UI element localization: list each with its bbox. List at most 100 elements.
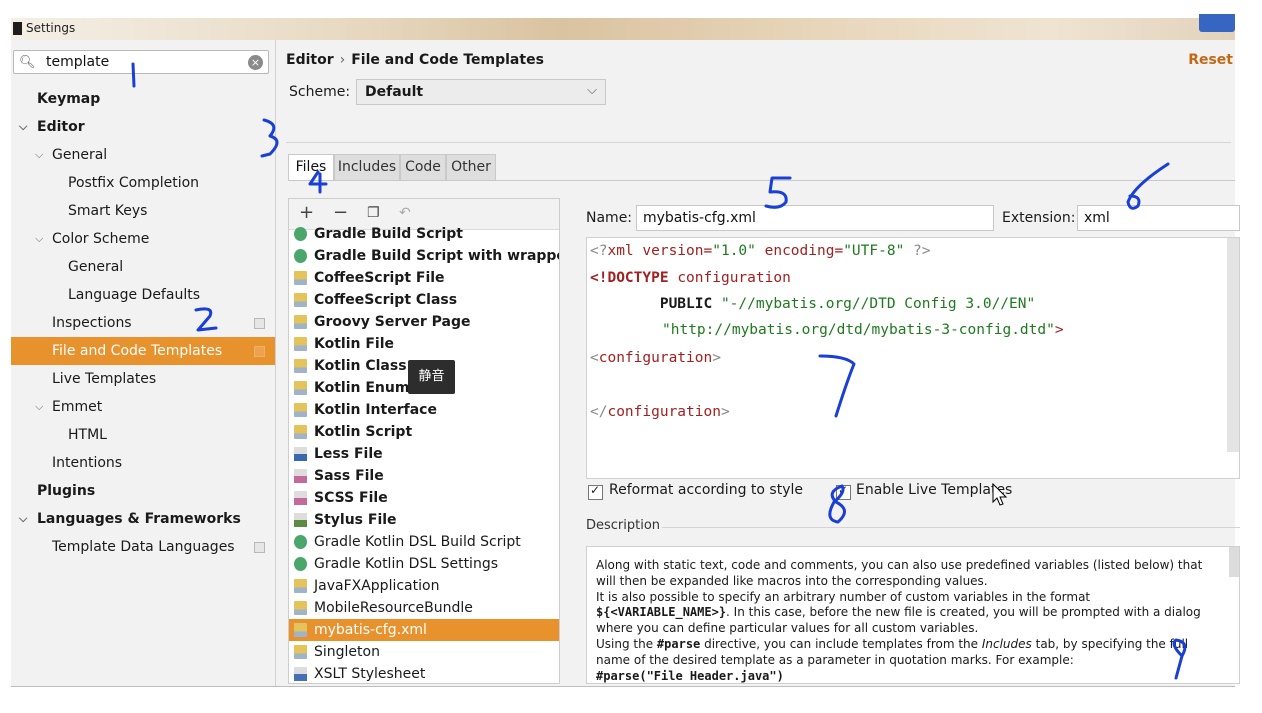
description-label: Description <box>586 518 661 533</box>
coffeescript-icon <box>294 271 307 285</box>
app-icon <box>13 22 22 35</box>
tab-other[interactable]: Other <box>446 154 496 180</box>
kotlin-icon <box>294 359 307 373</box>
reset-link[interactable]: Reset <box>1188 52 1233 68</box>
list-item[interactable]: XSLT Stylesheet <box>289 663 559 683</box>
sidebar-item-color-scheme[interactable]: ⌵ Color Scheme <box>11 225 275 253</box>
live-templates-checkbox[interactable] <box>836 483 851 500</box>
list-item[interactable]: Singleton <box>289 641 559 663</box>
code-line: <!DOCTYPE configuration <box>590 270 791 286</box>
chevron-down-icon[interactable]: ⌵ <box>19 505 27 533</box>
copy-icon[interactable]: ❐ <box>367 205 380 221</box>
sidebar-item-label: Emmet <box>52 399 103 415</box>
chevron-down-icon[interactable]: ⌵ <box>35 225 43 253</box>
add-icon[interactable]: + <box>299 202 314 223</box>
search-icon[interactable]: 🔍︎ <box>19 55 36 70</box>
close-button[interactable] <box>1199 14 1235 32</box>
list-item-selected[interactable]: mybatis-cfg.xml <box>289 619 559 641</box>
live-templates-label[interactable]: Enable Live Templates <box>856 482 1012 498</box>
list-item[interactable]: MobileResourceBundle <box>289 597 559 619</box>
sidebar-item-postfix-completion[interactable]: Postfix Completion <box>11 169 275 197</box>
scheme-value: Default <box>365 84 424 100</box>
sidebar-item-intentions[interactable]: Intentions <box>11 449 275 477</box>
list-item[interactable]: CoffeeScript Class <box>289 289 559 311</box>
reset-to-default-icon[interactable]: ↶ <box>399 205 411 221</box>
sidebar-item-label: Live Templates <box>52 371 157 387</box>
scheme-label: Scheme: <box>289 84 351 100</box>
tab-code[interactable]: Code <box>400 154 446 180</box>
editor-scrollbar[interactable] <box>1227 238 1239 452</box>
project-scope-icon <box>254 542 265 553</box>
remove-icon[interactable]: − <box>333 202 348 223</box>
sidebar-item-live-templates[interactable]: Live Templates <box>11 365 275 393</box>
list-item[interactable]: SCSS File <box>289 487 559 509</box>
list-item[interactable]: Gradle Kotlin DSL Build Script <box>289 531 559 553</box>
template-code-editor[interactable]: <?xml version="1.0" encoding="UTF-8" ?> … <box>586 237 1240 479</box>
settings-sidebar: 🔍︎ × Keymap ⌵ Editor ⌵ General Postfix Com… <box>11 40 276 686</box>
less-icon <box>294 447 307 461</box>
sidebar-item-html[interactable]: HTML <box>11 421 275 449</box>
sidebar-item-editor[interactable]: ⌵ Editor <box>11 113 275 141</box>
sidebar-item-general[interactable]: ⌵ General <box>11 141 275 169</box>
list-item[interactable]: JavaFXApplication <box>289 575 559 597</box>
description-paragraph: It is also possible to specify an arbitr… <box>596 589 1201 636</box>
description-paragraph: Using the #parse directive, you can incl… <box>596 636 1189 667</box>
reformat-checkbox[interactable] <box>588 483 603 500</box>
sidebar-item-language-defaults[interactable]: Language Defaults <box>11 281 275 309</box>
sidebar-item-inspections[interactable]: Inspections <box>11 309 275 337</box>
sidebar-item-smart-keys[interactable]: Smart Keys <box>11 197 275 225</box>
mute-tooltip: 静音 <box>408 360 455 394</box>
tab-files[interactable]: Files <box>288 154 334 181</box>
file-icon <box>294 645 307 659</box>
search-input[interactable] <box>46 53 242 71</box>
chevron-down-icon[interactable]: ⌵ <box>35 141 43 169</box>
project-scope-icon <box>254 318 265 329</box>
sidebar-item-label: Color Scheme <box>52 231 150 247</box>
chevron-down-icon: ⌵ <box>587 83 597 98</box>
settings-search[interactable]: 🔍︎ × <box>13 50 269 74</box>
breadcrumb: Editor › File and Code Templates <box>286 52 544 68</box>
name-field[interactable] <box>636 205 994 231</box>
extension-field[interactable] <box>1077 205 1240 231</box>
list-item[interactable]: Groovy Server Page <box>289 311 559 333</box>
tab-includes[interactable]: Includes <box>334 154 400 180</box>
window-title: Settings <box>26 21 76 35</box>
mouse-cursor-icon <box>992 483 1008 506</box>
sidebar-item-plugins[interactable]: Plugins <box>11 477 275 505</box>
list-item[interactable]: Gradle Kotlin DSL Settings <box>289 553 559 575</box>
list-item[interactable]: Stylus File <box>289 509 559 531</box>
gradle-icon <box>294 557 307 571</box>
sidebar-item-file-and-code-templates[interactable]: File and Code Templates <box>11 337 275 365</box>
list-item[interactable]: Gradle Build Script with wrapper <box>289 245 559 267</box>
list-item[interactable]: Kotlin Script <box>289 421 559 443</box>
list-item[interactable]: Gradle Build Script <box>289 223 559 245</box>
sidebar-item-keymap[interactable]: Keymap <box>11 85 275 113</box>
reformat-label[interactable]: Reformat according to style <box>609 482 803 498</box>
list-item[interactable]: CoffeeScript File <box>289 267 559 289</box>
list-item[interactable]: Kotlin Interface <box>289 399 559 421</box>
kotlin-icon <box>294 381 307 395</box>
description-scrollbar[interactable] <box>1229 547 1239 577</box>
sidebar-item-template-data-languages[interactable]: Template Data Languages <box>11 533 275 561</box>
description-example: #parse("File Header.java") <box>596 668 784 683</box>
scheme-select[interactable]: Default ⌵ <box>356 79 606 105</box>
sidebar-item-emmet[interactable]: ⌵ Emmet <box>11 393 275 421</box>
code-line: <?xml version="1.0" encoding="UTF-8" ?> <box>590 243 931 259</box>
sidebar-item-languages-frameworks[interactable]: ⌵ Languages & Frameworks <box>11 505 275 533</box>
breadcrumb-editor[interactable]: Editor <box>286 52 334 68</box>
chevron-down-icon[interactable]: ⌵ <box>19 113 27 141</box>
list-item[interactable]: Less File <box>289 443 559 465</box>
gradle-icon <box>294 535 307 549</box>
code-line: PUBLIC "-//mybatis.org//DTD Config 3.0//… <box>590 296 1036 312</box>
clear-search-icon[interactable]: × <box>248 55 263 70</box>
sidebar-item-label: Intentions <box>52 455 123 471</box>
chevron-down-icon[interactable]: ⌵ <box>35 393 43 421</box>
kotlin-icon <box>294 337 307 351</box>
breadcrumb-current: File and Code Templates <box>351 52 544 68</box>
sidebar-item-label: Postfix Completion <box>68 175 200 191</box>
sidebar-item-color-general[interactable]: General <box>11 253 275 281</box>
list-item[interactable]: Sass File <box>289 465 559 487</box>
settings-window: Settings 🔍︎ × Keymap ⌵ Editor ⌵ General Po… <box>11 14 1240 687</box>
sidebar-item-label: General <box>52 147 108 163</box>
list-item[interactable]: Kotlin File <box>289 333 559 355</box>
